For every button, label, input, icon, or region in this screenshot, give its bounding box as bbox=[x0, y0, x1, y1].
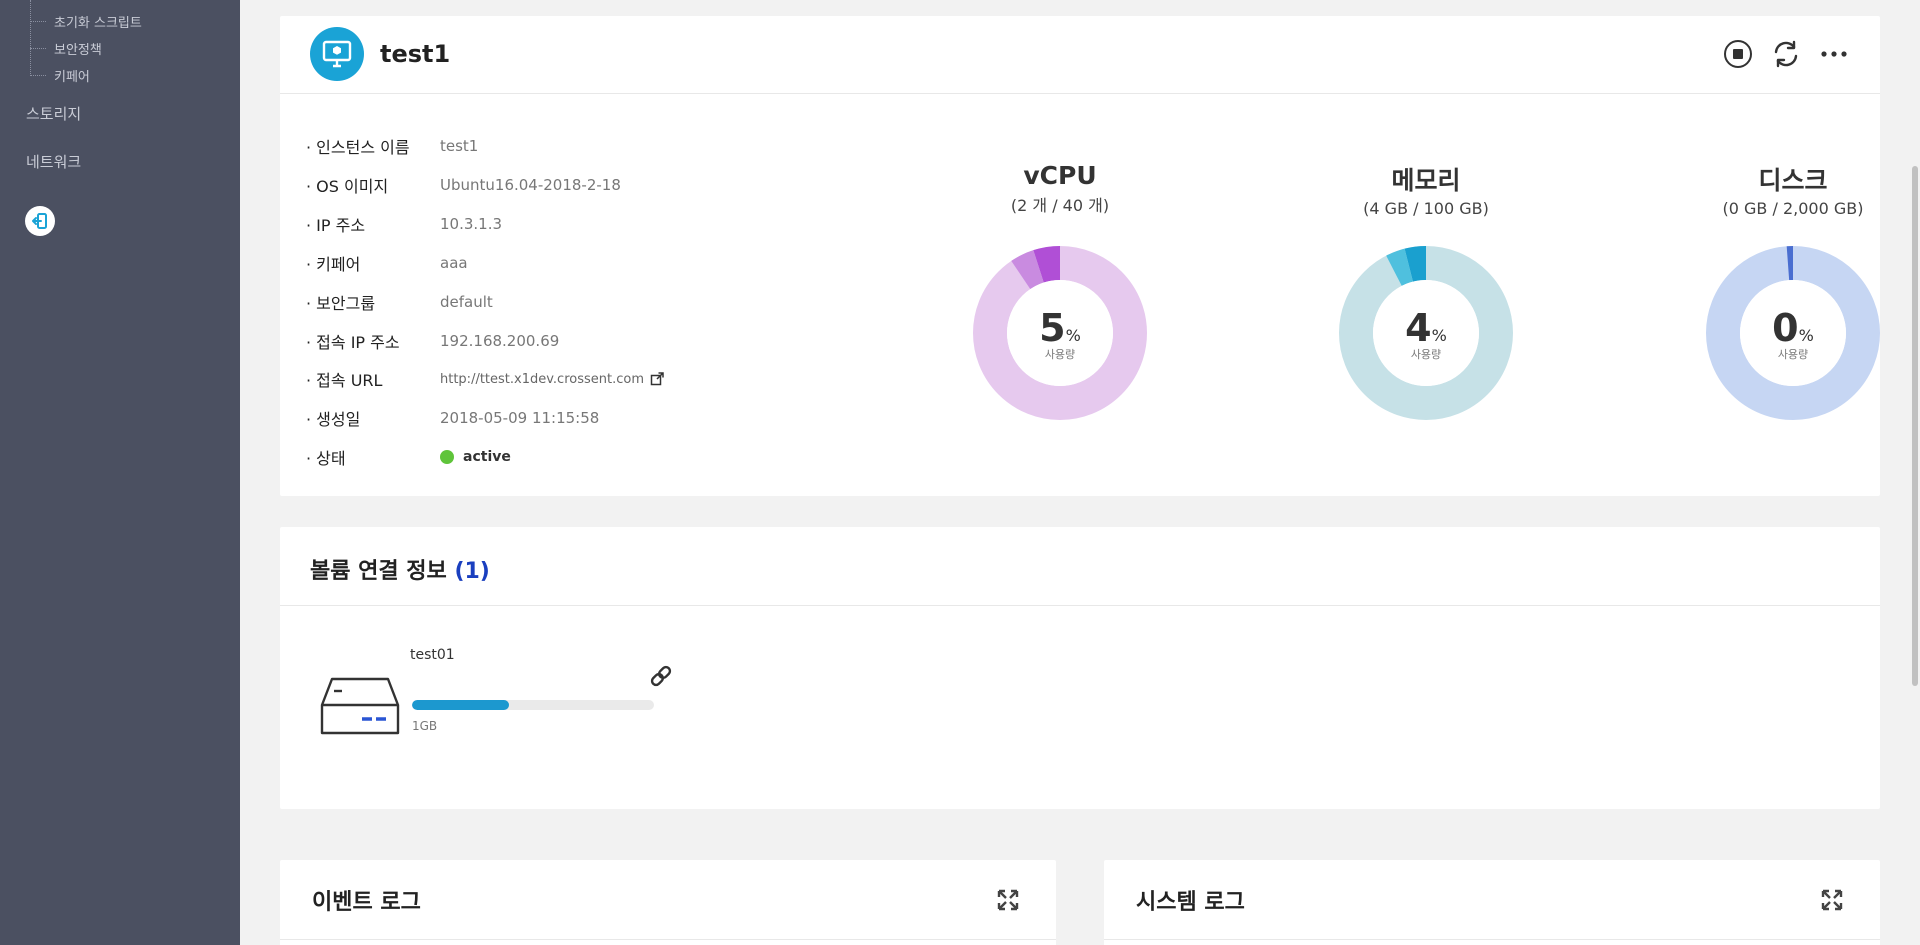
info-row: · 접속 IP 주소 192.168.200.69 bbox=[306, 326, 726, 356]
volume-count: (1) bbox=[454, 559, 490, 584]
info-label: · 상태 bbox=[306, 449, 346, 468]
logout-button[interactable] bbox=[25, 206, 55, 236]
info-label: · 키페어 bbox=[306, 255, 361, 274]
gauge-unit: % bbox=[1798, 326, 1814, 345]
instance-avatar bbox=[310, 27, 364, 81]
section-title: 볼륨 연결 정보 (1) bbox=[310, 553, 490, 585]
sidebar-item-keypair[interactable]: 키페어 bbox=[30, 65, 90, 85]
status-text: active bbox=[463, 449, 511, 465]
status-badge: active bbox=[440, 449, 511, 465]
gauge-unit: % bbox=[1431, 326, 1447, 345]
page-title: test1 bbox=[380, 40, 451, 68]
info-value: test1 bbox=[440, 137, 479, 155]
instance-card: test1 · 인스턴스 이름 test1 · OS 이미지 Ubuntu16.… bbox=[280, 16, 1880, 496]
info-value: 192.168.200.69 bbox=[440, 332, 560, 350]
scrollbar-thumb[interactable] bbox=[1912, 166, 1918, 686]
info-row: · 접속 URL http://ttest.x1dev.crossent.com bbox=[306, 364, 726, 394]
system-log-title: 시스템 로그 bbox=[1136, 890, 1245, 915]
volume-name[interactable]: test01 bbox=[410, 647, 455, 663]
refresh-button[interactable] bbox=[1770, 38, 1802, 70]
expand-icon[interactable] bbox=[1820, 888, 1844, 912]
info-label: · OS 이미지 bbox=[306, 177, 389, 196]
info-row: · 보안그룹 default bbox=[306, 287, 726, 317]
event-log-title: 이벤트 로그 bbox=[312, 890, 421, 915]
gauge-usage-label: 사용량 bbox=[1044, 348, 1076, 361]
info-row: · 생성일 2018-05-09 11:15:58 bbox=[306, 403, 726, 433]
gauge-sub: (4 GB / 100 GB) bbox=[1363, 199, 1489, 218]
gauge-title: 메모리 bbox=[1391, 166, 1461, 195]
info-label: · 인스턴스 이름 bbox=[306, 138, 410, 157]
info-row: · 상태 active bbox=[306, 442, 726, 472]
info-value: aaa bbox=[440, 254, 468, 272]
more-button[interactable] bbox=[1818, 38, 1850, 70]
sidebar-item-label: 보안정책 bbox=[54, 42, 102, 58]
hard-drive-icon bbox=[320, 677, 400, 735]
gauge-sub: (2 개 / 40 개) bbox=[1010, 196, 1110, 215]
info-row: · IP 주소 10.3.1.3 bbox=[306, 209, 726, 239]
sidebar-item-storage[interactable]: 스토리지 bbox=[26, 103, 81, 124]
monitor-icon bbox=[322, 40, 352, 68]
sidebar-item-label: 키페어 bbox=[54, 69, 90, 85]
system-log-header: 시스템 로그 bbox=[1104, 860, 1880, 940]
more-icon bbox=[1821, 51, 1847, 57]
event-log-card: 이벤트 로그 bbox=[280, 860, 1056, 945]
info-row: · OS 이미지 Ubuntu16.04-2018-2-18 bbox=[306, 170, 726, 200]
volume-title: 볼륨 연결 정보 bbox=[310, 559, 447, 584]
info-label: · 접속 URL bbox=[306, 371, 383, 390]
info-label: · 접속 IP 주소 bbox=[306, 333, 400, 352]
info-value: 10.3.1.3 bbox=[440, 215, 503, 233]
disk-gauge: 디스크 (0 GB / 2,000 GB) 0% 사용량 bbox=[1673, 161, 1913, 420]
gauge-unit: % bbox=[1065, 326, 1081, 345]
info-label: · 생성일 bbox=[306, 410, 361, 429]
info-row: · 키페어 aaa bbox=[306, 248, 726, 278]
volume-card: 볼륨 연결 정보 (1) test01 1GB bbox=[280, 527, 1880, 809]
gauge-title: 디스크 bbox=[1758, 166, 1828, 195]
sidebar: 초기화 스크립트 보안정책 키페어 스토리지 네트워크 bbox=[0, 0, 240, 945]
stop-icon bbox=[1724, 40, 1752, 68]
external-link-icon[interactable] bbox=[650, 372, 664, 386]
gauge-usage-label: 사용량 bbox=[1777, 348, 1809, 361]
info-value: Ubuntu16.04-2018-2-18 bbox=[440, 176, 621, 194]
gauge-value: 4 bbox=[1405, 306, 1432, 350]
scrollbar[interactable] bbox=[1910, 0, 1920, 945]
info-label: · 보안그룹 bbox=[306, 294, 376, 313]
volume-header: 볼륨 연결 정보 (1) bbox=[280, 527, 1880, 606]
vcpu-gauge: vCPU (2 개 / 40 개) 5% 사용량 bbox=[940, 161, 1180, 420]
instance-header: test1 bbox=[280, 16, 1880, 94]
event-log-header: 이벤트 로그 bbox=[280, 860, 1056, 940]
sidebar-item-init-script[interactable]: 초기화 스크립트 bbox=[30, 11, 142, 31]
sidebar-item-security-policy[interactable]: 보안정책 bbox=[30, 38, 102, 58]
volume-usage-fill bbox=[412, 700, 509, 710]
gauge-sub: (0 GB / 2,000 GB) bbox=[1722, 199, 1864, 218]
url-value: http://ttest.x1dev.crossent.com bbox=[440, 372, 664, 387]
link-icon[interactable] bbox=[648, 663, 674, 689]
gauge-title: vCPU bbox=[1023, 161, 1097, 190]
refresh-icon bbox=[1774, 40, 1798, 68]
status-dot bbox=[440, 450, 454, 464]
expand-icon[interactable] bbox=[996, 888, 1020, 912]
gauge-center: 5% 사용량 bbox=[940, 306, 1180, 362]
volume-size: 1GB bbox=[412, 719, 438, 733]
gauge-center: 4% 사용량 bbox=[1306, 306, 1546, 362]
info-value: 2018-05-09 11:15:58 bbox=[440, 409, 600, 427]
gauge-value: 0 bbox=[1772, 306, 1799, 350]
info-value: default bbox=[440, 293, 493, 311]
logout-icon bbox=[32, 213, 47, 229]
stop-button[interactable] bbox=[1722, 38, 1754, 70]
gauge-usage-label: 사용량 bbox=[1410, 348, 1442, 361]
sidebar-item-network[interactable]: 네트워크 bbox=[26, 151, 81, 172]
system-log-card: 시스템 로그 bbox=[1104, 860, 1880, 945]
gauge-value: 5 bbox=[1039, 306, 1066, 350]
gauge-center: 0% 사용량 bbox=[1673, 306, 1913, 362]
volume-usage-bar bbox=[412, 700, 654, 710]
access-url-link[interactable]: http://ttest.x1dev.crossent.com bbox=[440, 372, 644, 387]
sidebar-item-label: 초기화 스크립트 bbox=[54, 15, 142, 31]
info-row: · 인스턴스 이름 test1 bbox=[306, 131, 726, 161]
info-label: · IP 주소 bbox=[306, 216, 366, 235]
memory-gauge: 메모리 (4 GB / 100 GB) 4% 사용량 bbox=[1306, 161, 1546, 420]
